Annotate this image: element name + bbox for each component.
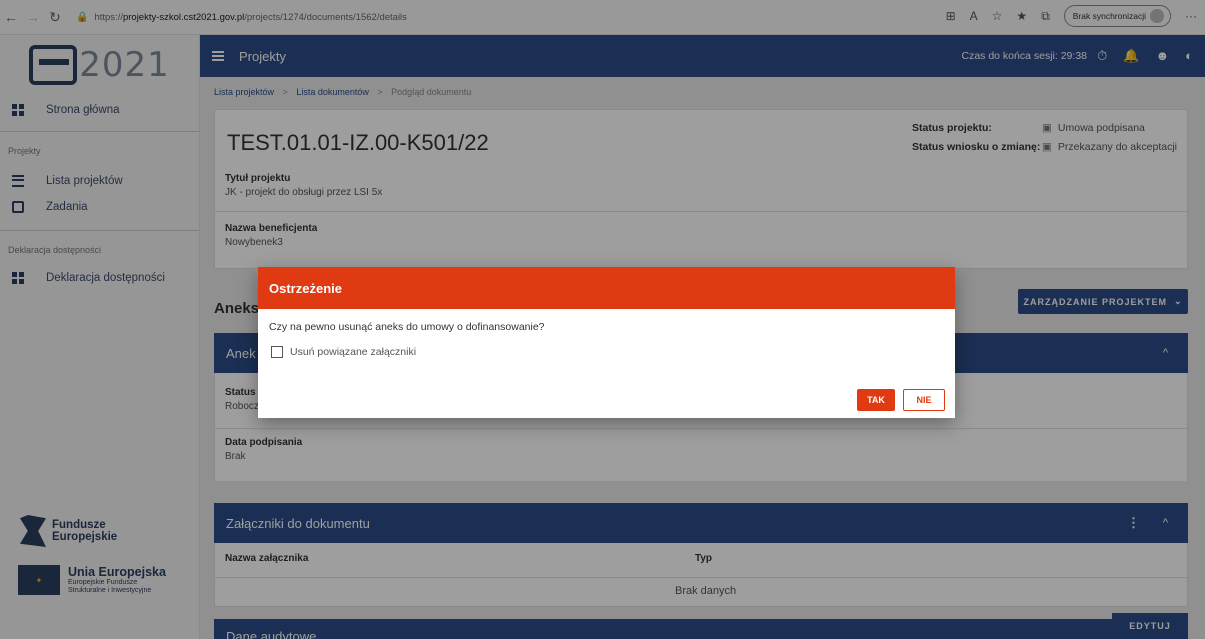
checkbox-label: Usuń powiązane załączniki xyxy=(290,346,417,358)
checkbox-box[interactable] xyxy=(271,346,283,358)
warning-dialog: Ostrzeżenie Czy na pewno usunąć aneks do… xyxy=(258,267,955,418)
confirm-no-button[interactable]: NIE xyxy=(903,389,945,411)
dialog-message: Czy na pewno usunąć aneks do umowy o dof… xyxy=(269,321,545,333)
confirm-yes-button[interactable]: TAK xyxy=(857,389,895,411)
dialog-title: Ostrzeżenie xyxy=(258,267,955,309)
delete-attachments-checkbox[interactable]: Usuń powiązane załączniki xyxy=(271,346,416,358)
